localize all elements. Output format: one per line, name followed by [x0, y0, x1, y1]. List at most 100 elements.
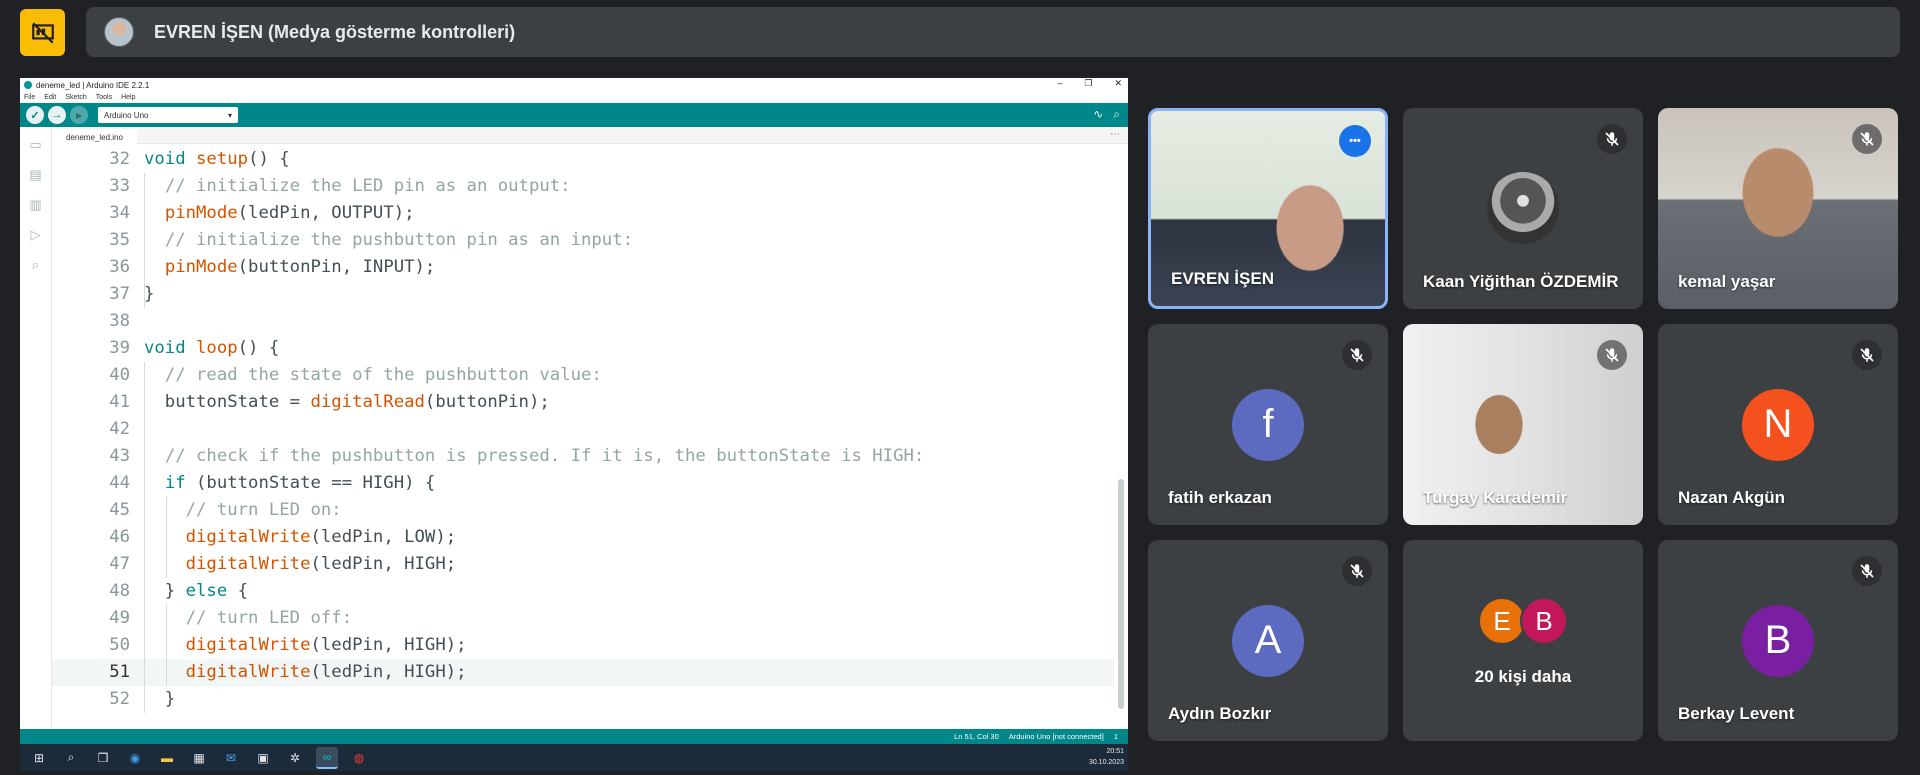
upload-icon[interactable]: →	[48, 106, 66, 124]
line-number: 50	[109, 635, 130, 655]
ide-status-bar: Ln 51, Col 30 Arduino Uno [not connected…	[20, 729, 1128, 744]
participant-tile[interactable]: N Nazan Akgün	[1658, 324, 1898, 525]
code-line[interactable]: 37}	[52, 281, 1114, 308]
app-icon[interactable]: ▣	[252, 747, 274, 769]
code-line[interactable]: 41 buttonState = digitalRead(buttonPin);	[52, 389, 1114, 416]
editor-tabs: deneme_led.ino ⋯	[52, 127, 1128, 146]
line-number: 52	[109, 689, 130, 709]
menu-edit[interactable]: Edit	[44, 94, 56, 101]
code-line[interactable]: 35 // initialize the pushbutton pin as a…	[52, 227, 1114, 254]
code-line[interactable]: 32 void setup() {	[52, 146, 1114, 173]
participant-name: Turgay Karademir	[1423, 488, 1568, 507]
arduino-logo-icon	[24, 81, 32, 89]
participant-tile[interactable]: kemal yaşar	[1658, 108, 1898, 309]
debug-icon[interactable]: ▸	[70, 106, 88, 124]
code-line[interactable]: 47 digitalWrite(ledPin, HIGH;	[52, 551, 1114, 578]
code-line[interactable]: 44 if (buttonState == HIGH) {	[52, 470, 1114, 497]
more-options-button[interactable]: •••	[1339, 125, 1371, 157]
code-line[interactable]: 51 digitalWrite(ledPin, HIGH);	[52, 659, 1114, 686]
participant-tile[interactable]: Kaan Yiğithan ÖZDEMİR	[1403, 108, 1643, 309]
taskbar-clock[interactable]: 20:51 30.10.2023	[1089, 746, 1124, 768]
maximize-icon[interactable]: ❐	[1084, 78, 1092, 89]
board-selector[interactable]: Arduino Uno ▾	[98, 107, 238, 123]
code-line[interactable]: 39 void loop() {	[52, 335, 1114, 362]
shared-screen: deneme_led | Arduino IDE 2.2.1 – ❐ ✕ Fil…	[20, 78, 1128, 771]
file-explorer-icon[interactable]: ▬	[156, 747, 178, 769]
indent-guide	[166, 497, 167, 578]
code-text: digitalWrite(ledPin, HIGH);	[185, 635, 467, 655]
menu-help[interactable]: Help	[121, 94, 135, 101]
more-icon[interactable]: ⋯	[1110, 127, 1120, 142]
code-line[interactable]: 42	[52, 416, 1114, 443]
code-text: }	[144, 284, 155, 304]
line-number: 47	[109, 554, 130, 574]
search-icon[interactable]: ⌕	[60, 747, 82, 769]
app-icon-2[interactable]: ✲	[284, 747, 306, 769]
folder-icon[interactable]: ▭	[29, 137, 41, 153]
code-line[interactable]: 43 // check if the pushbutton is pressed…	[52, 443, 1114, 470]
windows-start-icon[interactable]: ⊞	[28, 747, 50, 769]
debug-sidebar-icon[interactable]: ▷	[31, 227, 41, 243]
chrome-icon[interactable]: ◍	[348, 747, 370, 769]
participant-initial-avatar: f	[1232, 388, 1304, 461]
presentation-off-icon[interactable]	[20, 9, 65, 56]
mic-off-icon	[1342, 340, 1372, 370]
edge-icon[interactable]: ◉	[124, 747, 146, 769]
minimize-icon[interactable]: –	[1057, 78, 1062, 89]
notification-count[interactable]: 1	[1114, 732, 1118, 741]
code-line[interactable]: 46 digitalWrite(ledPin, LOW);	[52, 524, 1114, 551]
boards-manager-icon[interactable]: ▤	[29, 167, 41, 183]
participant-tile[interactable]: f fatih erkazan	[1148, 324, 1388, 525]
verify-icon[interactable]: ✓	[26, 106, 44, 124]
editor-scrollbar[interactable]	[1114, 144, 1128, 747]
others-initial-avatar: B	[1520, 597, 1568, 645]
windows-taskbar: ⊞ ⌕ ❒ ◉ ▬ ▦ ✉ ▣ ✲ ∞ ◍ 20:51 30.10.2023	[20, 744, 1128, 771]
others-initial-avatar: E	[1478, 597, 1526, 645]
line-number: 42	[109, 419, 130, 439]
code-editor[interactable]: 32 void setup() {33 // initialize the LED…	[52, 144, 1114, 747]
line-number: 35	[109, 230, 130, 250]
code-line[interactable]: 48 } else {	[52, 578, 1114, 605]
code-line[interactable]: 33 // initialize the LED pin as an outpu…	[52, 173, 1114, 200]
code-line[interactable]: 45 // turn LED on:	[52, 497, 1114, 524]
board-label: Arduino Uno	[104, 110, 149, 120]
code-text: void setup() {	[144, 149, 290, 169]
more-participants-tile[interactable]: E B 20 kişi daha	[1403, 540, 1643, 741]
indent-guide	[144, 173, 145, 308]
ide-sidebar: ▭ ▤ ▥ ▷ ⌕	[20, 127, 52, 747]
code-line[interactable]: 52 }	[52, 686, 1114, 713]
serial-monitor-icon[interactable]: ⌕	[1113, 107, 1120, 122]
menu-sketch[interactable]: Sketch	[65, 94, 86, 101]
code-line[interactable]: 34 pinMode(ledPin, OUTPUT);	[52, 200, 1114, 227]
participant-tile[interactable]: A Aydın Bozkır	[1148, 540, 1388, 741]
search-sidebar-icon[interactable]: ⌕	[32, 257, 39, 273]
arduino-icon[interactable]: ∞	[316, 746, 338, 769]
participant-name: Nazan Akgün	[1678, 488, 1786, 507]
participant-tile[interactable]: Turgay Karademir	[1403, 324, 1643, 525]
store-icon[interactable]: ▦	[188, 747, 210, 769]
code-line[interactable]: 50 digitalWrite(ledPin, HIGH);	[52, 632, 1114, 659]
mic-off-icon	[1852, 340, 1882, 370]
mail-icon[interactable]: ✉	[220, 747, 242, 769]
scrollbar-thumb[interactable]	[1118, 479, 1124, 709]
line-number: 44	[109, 473, 130, 493]
participant-tile[interactable]: EVREN İŞEN •••	[1148, 108, 1388, 309]
close-icon[interactable]: ✕	[1114, 78, 1122, 89]
participant-tile[interactable]: B Berkay Levent	[1658, 540, 1898, 741]
line-number: 33	[109, 176, 130, 196]
code-line[interactable]: 36 pinMode(buttonPin, INPUT);	[52, 254, 1114, 281]
more-participants-count: 20 kişi daha	[1474, 667, 1572, 686]
code-line[interactable]: 40 // read the state of the pushbutton v…	[52, 362, 1114, 389]
library-manager-icon[interactable]: ▥	[29, 197, 41, 213]
participant-name: fatih erkazan	[1168, 488, 1272, 507]
code-text: // turn LED off:	[185, 608, 353, 628]
menu-file[interactable]: File	[24, 94, 35, 101]
code-text: void loop() {	[144, 338, 280, 358]
presenter-banner[interactable]: EVREN İŞEN (Medya gösterme kontrolleri)	[86, 7, 1900, 57]
menu-tools[interactable]: Tools	[96, 94, 112, 101]
code-line[interactable]: 49 // turn LED off:	[52, 605, 1114, 632]
ide-menu-bar: File Edit Sketch Tools Help	[20, 92, 1128, 103]
task-view-icon[interactable]: ❒	[92, 747, 114, 769]
serial-plotter-icon[interactable]: ∿	[1093, 107, 1103, 122]
code-line[interactable]: 38	[52, 308, 1114, 335]
